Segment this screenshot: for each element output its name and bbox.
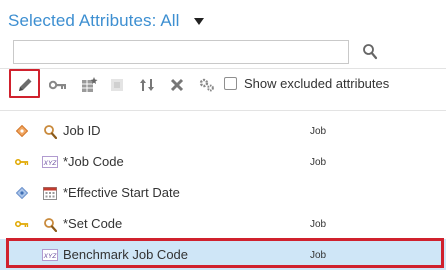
table-row[interactable]: *Effective Start Date xyxy=(0,177,446,208)
title-row: Selected Attributes: All xyxy=(8,9,206,33)
svg-text:XYZ: XYZ xyxy=(43,253,58,260)
pencil-icon xyxy=(19,78,32,91)
attribute-object: Job xyxy=(310,250,327,261)
square-button[interactable] xyxy=(107,75,127,95)
attribute-object: Job xyxy=(310,157,327,168)
attribute-name: *Job Code xyxy=(63,154,124,169)
blue-diamond-icon xyxy=(15,186,29,200)
search-icon xyxy=(42,216,58,232)
delete-button[interactable] xyxy=(167,75,187,95)
star-grid-icon xyxy=(82,77,98,92)
settings-button[interactable] xyxy=(197,75,217,95)
gears-icon xyxy=(199,78,214,92)
search-icon xyxy=(42,123,58,139)
x-icon xyxy=(170,78,184,92)
xyz-icon: XYZ xyxy=(42,247,58,263)
page-title: Selected Attributes: All xyxy=(8,11,180,30)
attribute-name: Job ID xyxy=(63,123,101,138)
square-icon xyxy=(111,79,123,91)
show-excluded-label: Show excluded attributes xyxy=(244,76,390,91)
attribute-name: Benchmark Job Code xyxy=(63,247,189,262)
search-input[interactable] xyxy=(13,40,349,64)
table-row[interactable]: Job ID Job xyxy=(0,115,446,146)
sort-button[interactable] xyxy=(137,75,157,95)
calendar-icon xyxy=(42,185,58,201)
edit-button[interactable] xyxy=(15,75,35,95)
key-icon xyxy=(49,80,66,90)
attribute-name: *Effective Start Date xyxy=(63,185,180,200)
search-icon[interactable] xyxy=(362,43,378,61)
key-icon xyxy=(15,217,29,231)
star-grid-button[interactable] xyxy=(79,75,99,95)
key-icon xyxy=(15,155,29,169)
show-excluded-checkbox[interactable] xyxy=(224,77,237,90)
orange-diamond-icon xyxy=(15,124,29,138)
attribute-name: *Set Code xyxy=(63,216,123,231)
divider xyxy=(0,110,446,111)
table-row[interactable]: XYZ *Job Code Job xyxy=(0,146,446,177)
svg-text:XYZ: XYZ xyxy=(43,160,58,167)
attribute-object: Job xyxy=(310,219,327,230)
table-row[interactable]: *Set Code Job xyxy=(0,208,446,239)
key-button[interactable] xyxy=(48,75,68,95)
sort-arrows-icon xyxy=(140,79,154,91)
table-row-selected[interactable]: XYZ Benchmark Job Code Job xyxy=(0,239,446,270)
xyz-icon: XYZ xyxy=(42,154,58,170)
caret-down-icon[interactable] xyxy=(192,14,206,28)
attribute-object: Job xyxy=(310,126,327,137)
